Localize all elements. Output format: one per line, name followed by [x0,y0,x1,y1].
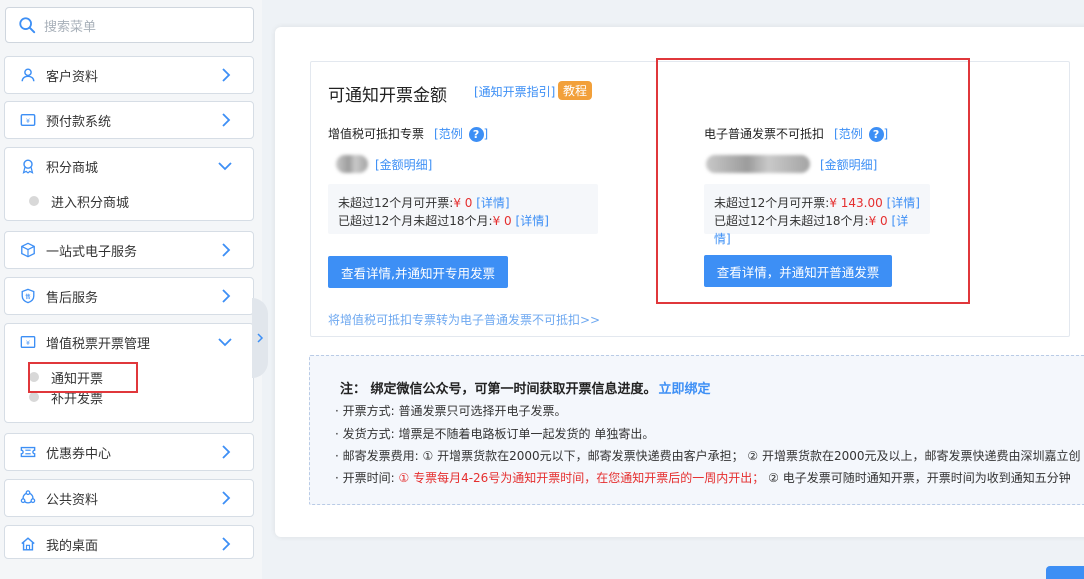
highlight-box-e-invoice [656,58,970,304]
tutorial-badge[interactable]: 教程 [558,81,593,100]
chevron-right-icon [222,289,231,303]
note-text: 增票是不随着电路板订单一起发货的 单独寄出。 [398,427,655,441]
note-label: · 发货方式: [335,427,399,441]
column-title-text: 增值税可抵扣专票 [328,127,425,141]
menu-coupon-center[interactable]: 优惠券中心 [4,433,254,471]
convert-invoice-link[interactable]: 将增值税可抵扣专票转为电子普通发票不可抵扣>> [328,311,600,328]
bullet-dot [29,392,39,402]
chevron-right-icon [222,537,231,551]
menu-prepayment[interactable]: ¥ 预付款系统 [4,101,254,139]
svg-text:售: 售 [25,293,31,301]
note-text: 普通发票只可选择开电子发票。 [398,404,567,418]
user-icon [19,66,37,84]
menu-label: 售后服务 [46,290,99,306]
notes-title-text: 注： 绑定微信公众号，可第一时间获取开票信息进度。 [340,382,657,397]
menu-label: 我的桌面 [46,538,99,554]
notes-title: 注： 绑定微信公众号，可第一时间获取开票信息进度。 立即绑定 [340,378,711,397]
bullet-dot [29,196,39,206]
menu-points-mall[interactable]: 积分商城 进入积分商城 [4,147,254,221]
chevron-right-icon [257,333,264,343]
info-label: 已超过12个月未超过18个月: [338,214,493,228]
example-link[interactable]: [范例 [434,127,463,141]
vat-special-column-title: 增值税可抵扣专票 [范例 ?] [328,125,488,142]
notes-box: 注： 绑定微信公众号，可第一时间获取开票信息进度。 立即绑定 · 开票方式: 普通… [309,355,1084,505]
menu-customer-info[interactable]: 客户资料 [4,56,254,94]
chevron-right-icon [222,68,231,82]
sidebar-collapse-toggle[interactable] [252,298,268,378]
menu-my-desktop[interactable]: 我的桌面 [4,525,254,559]
menu-label: 预付款系统 [46,114,112,130]
chevron-right-icon [222,445,231,459]
home-icon [19,535,37,553]
search-input[interactable]: 搜索菜单 [5,7,254,43]
coupon-icon [19,443,37,461]
note-text: ① 开增票货款在2000元以下，邮寄发票快递费由客户承担； ② 开增票货款在20… [422,449,1081,463]
info-line-1: 未超过12个月可开票:¥ 0 [详情] [338,194,588,212]
menu-after-sales[interactable]: 售 售后服务 [4,277,254,315]
search-placeholder: 搜索菜单 [44,19,97,35]
note-warning-text: ① 专票每月4-26号为通知开票时间，在您通知开票后的一周内开出； [398,471,765,485]
menu-label: 优惠券中心 [46,446,112,462]
chevron-down-icon [218,338,232,347]
amount-detail-link[interactable]: [金额明细] [375,156,432,173]
menu-label: 增值税票开票管理 [46,336,151,352]
menu-label: 一站式电子服务 [46,244,138,260]
example-link-close: ] [483,127,489,141]
chevron-right-icon [222,113,231,127]
detail-link[interactable]: [详情] [476,196,509,210]
guide-link[interactable]: [通知开票指引] [474,83,555,100]
note-label: · 邮寄发票费用: [335,449,423,463]
help-icon[interactable]: ? [468,127,484,142]
highlight-box-notify-invoice [28,362,138,393]
invoice-icon: ¥ [19,333,37,351]
wallet-icon: ¥ [19,111,37,129]
note-row-postage-fee: · 邮寄发票费用: ① 开增票货款在2000元以下，邮寄发票快递费由客户承担； … [335,447,1081,464]
sub-item-label: 进入积分商城 [51,195,130,211]
left-amount-info: 未超过12个月可开票:¥ 0 [详情] 已超过12个月未超过18个月:¥ 0 [… [328,184,598,234]
note-row-invoice-time: · 开票时间: ① 专票每月4-26号为通知开票时间，在您通知开票后的一周内开出… [335,469,1071,486]
chevron-down-icon [218,162,232,171]
chevron-right-icon [222,491,231,505]
package-icon [19,241,37,259]
medal-icon [19,157,37,175]
info-line-2: 已超过12个月未超过18个月:¥ 0 [详情] [338,212,588,230]
menu-label: 客户资料 [46,69,99,85]
bind-wechat-link[interactable]: 立即绑定 [659,382,711,397]
menu-label: 积分商城 [46,160,99,176]
menu-label: 公共资料 [46,492,99,508]
note-row-shipping-method: · 发货方式: 增票是不随着电路板订单一起发货的 单独寄出。 [335,425,654,442]
sidebar: 搜索菜单 客户资料 ¥ 预付款系统 积分商城 进入积分商城 一站式电子服务 售 … [0,0,262,579]
note-label: · 开票时间: [335,471,399,485]
detail-link[interactable]: [详情] [516,214,549,228]
chevron-right-icon [222,243,231,257]
page-title: 可通知开票金额 [328,86,447,106]
note-text: ② 电子发票可随时通知开票，开票时间为收到通知五分钟 [764,471,1071,485]
amount-value: ¥ 0 [492,214,512,228]
info-label: 未超过12个月可开票: [338,196,454,210]
note-label: · 开票方式: [335,404,399,418]
svg-text:¥: ¥ [26,118,30,125]
amount-value: ¥ 0 [453,196,473,210]
menu-one-stop-service[interactable]: 一站式电子服务 [4,231,254,269]
blurred-amount [336,155,368,173]
search-icon [19,17,36,34]
notify-special-invoice-button[interactable]: 查看详情,并通知开专用发票 [328,256,508,288]
floating-action-button[interactable] [1046,566,1084,579]
sub-item-enter-mall[interactable]: 进入积分商城 [5,190,253,212]
shield-icon: 售 [19,287,37,305]
network-icon [19,489,37,507]
note-row-invoice-method: · 开票方式: 普通发票只可选择开电子发票。 [335,402,567,419]
menu-public-info[interactable]: 公共资料 [4,479,254,517]
svg-text:¥: ¥ [26,340,30,347]
